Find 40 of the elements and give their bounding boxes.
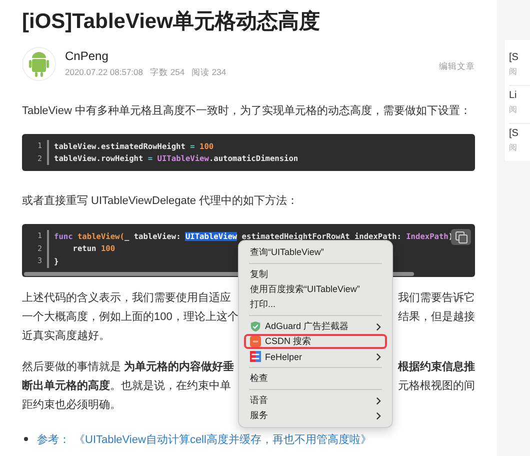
post-date: 2020.07.22 08:57:08 bbox=[65, 67, 143, 79]
paragraph-text: 然后要做的事情就是 为单元格的内容做好垂 bbox=[22, 360, 234, 374]
paragraph-text: 我们需要告诉它 bbox=[398, 290, 475, 306]
menu-item[interactable]: 服务 bbox=[244, 408, 387, 423]
sidebar-item-meta: 阅 bbox=[509, 66, 518, 77]
sidebar-item-meta: 阅 bbox=[509, 104, 518, 115]
sidebar-item-title[interactable]: [S bbox=[509, 128, 530, 139]
paragraph-text: 一个大概高度，例如上面的100，理论上这个 bbox=[22, 310, 238, 324]
copy-icon[interactable] bbox=[451, 229, 471, 245]
menu-item[interactable]: FeHelper bbox=[244, 349, 387, 364]
paragraph-text: 近真实高度越好。 bbox=[22, 328, 110, 344]
app-icon bbox=[250, 351, 261, 362]
paragraph-text: 元格根视图的间 bbox=[398, 378, 475, 394]
paragraph-text: 断出单元格的高度。也就是说，在约束中单 bbox=[22, 378, 231, 394]
reference-link[interactable]: 《UITableView自动计算cell高度并缓存，再也不用管高度啦》 bbox=[74, 432, 372, 446]
app-icon bbox=[250, 336, 261, 347]
paragraph-text: 上述代码的含义表示，我们需要使用自适应 bbox=[22, 290, 231, 306]
word-count: 字数 254 bbox=[150, 67, 185, 79]
paragraph-text: 结果，但是越接 bbox=[398, 310, 475, 324]
shield-icon bbox=[250, 321, 261, 332]
paragraph-text: 距约束也必须明确。 bbox=[22, 398, 121, 412]
read-count: 阅读 234 bbox=[192, 67, 226, 79]
menu-item[interactable]: 复制 bbox=[244, 267, 387, 282]
author-name[interactable]: CnPeng bbox=[65, 49, 430, 63]
reference-label: 参考： bbox=[37, 432, 70, 446]
menu-item[interactable]: 语音 bbox=[244, 393, 387, 408]
sidebar-item-meta: 阅 bbox=[509, 142, 518, 153]
menu-item[interactable]: CSDN 搜索 bbox=[244, 334, 387, 349]
article-title: [iOS]TableView单元格动态高度 bbox=[22, 9, 321, 35]
menu-item[interactable]: 检查 bbox=[244, 371, 387, 386]
paragraph: 或者直接重写 UITableViewDelegate 代理中的如下方法： bbox=[22, 194, 300, 209]
sidebar-item-title[interactable]: Li bbox=[509, 90, 530, 101]
bullet-icon bbox=[24, 437, 28, 441]
paragraph: TableView 中有多种单元格且高度不一致时，为了实现单元格的动态高度，需要做如下设置： bbox=[22, 104, 472, 119]
menu-item[interactable]: AdGuard 广告拦截器 bbox=[244, 319, 387, 334]
paragraph-text: 根据约束信息推 bbox=[398, 360, 475, 374]
sidebar-item-title[interactable]: [S bbox=[509, 52, 530, 63]
menu-item[interactable]: 打印... bbox=[244, 297, 387, 312]
menu-item[interactable]: 查询“UITableView” bbox=[244, 245, 387, 260]
menu-item[interactable]: 使用百度搜索“UITableView” bbox=[244, 282, 387, 297]
